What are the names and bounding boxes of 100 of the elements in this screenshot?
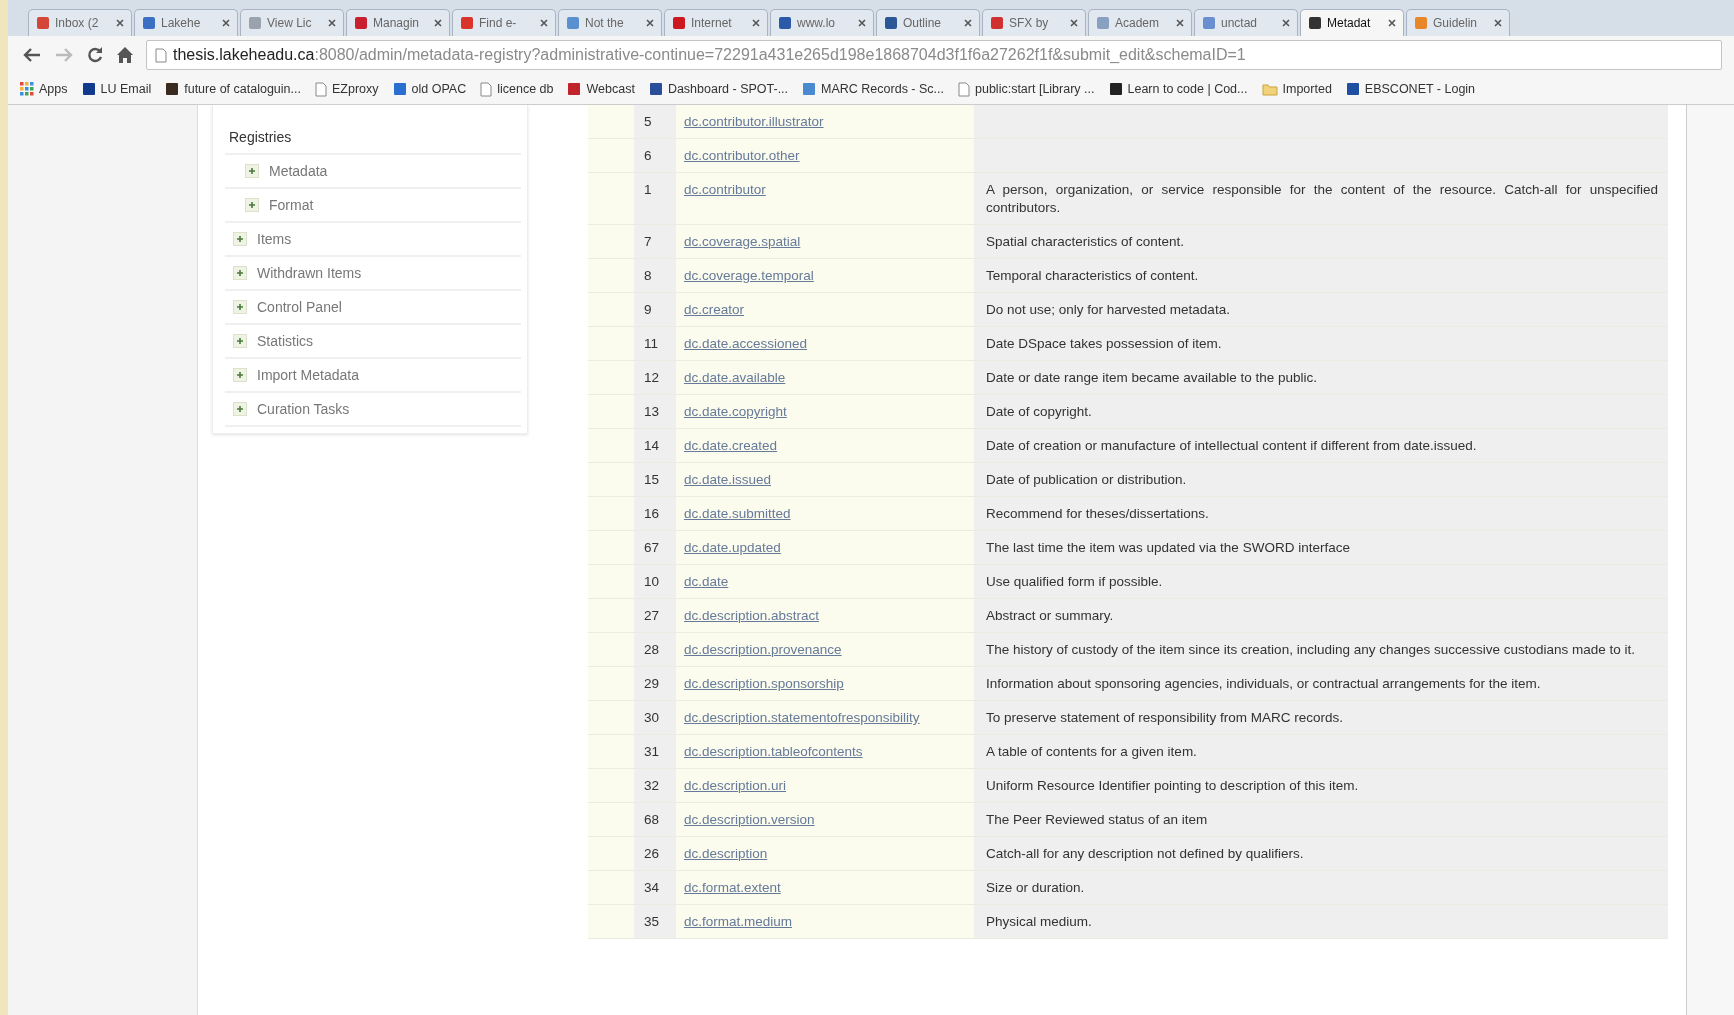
- close-icon[interactable]: [858, 19, 866, 27]
- bookmark[interactable]: EZproxy: [314, 81, 379, 97]
- bookmark[interactable]: Learn to code | Cod...: [1108, 82, 1248, 96]
- field-link[interactable]: dc.description.sponsorship: [684, 676, 844, 691]
- bookmark[interactable]: public:start [Library ...: [958, 81, 1095, 97]
- field-link[interactable]: dc.format.medium: [684, 914, 793, 929]
- reload-icon[interactable]: [86, 46, 104, 64]
- browser-tab[interactable]: unctad: [1194, 9, 1298, 36]
- id-cell-text: 30: [643, 709, 661, 727]
- field-link[interactable]: dc.description.abstract: [684, 608, 820, 623]
- close-icon[interactable]: [540, 19, 548, 27]
- close-icon[interactable]: [752, 19, 760, 27]
- close-icon[interactable]: [646, 19, 654, 27]
- sidebar-item[interactable]: Control Panel: [225, 291, 521, 325]
- description-cell: Catch-all for any description not defined by qualifiers.: [986, 846, 1304, 861]
- field-link[interactable]: dc.description.uri: [684, 778, 787, 793]
- description-cell: A table of contents for a given item.: [986, 744, 1197, 759]
- close-icon[interactable]: [434, 19, 442, 27]
- sidebar-item[interactable]: Format: [225, 189, 521, 223]
- close-icon[interactable]: [1494, 19, 1502, 27]
- favicon-icon: [672, 16, 686, 30]
- close-icon[interactable]: [1070, 19, 1078, 27]
- field-link[interactable]: dc.date.available: [684, 370, 786, 385]
- field-link[interactable]: dc.coverage.spatial: [684, 234, 801, 249]
- field-link[interactable]: dc.description.statementofresponsibility: [684, 710, 920, 725]
- address-field[interactable]: thesis.lakeheadu.ca:8080/admin/metadata-registry?administrative-continue=72291a431e265d198e1868704d3f1f6a27262f1f&submit_edit&schemaID=1: [146, 40, 1722, 70]
- id-cell-text: 67: [643, 539, 661, 557]
- browser-tab[interactable]: Managin: [346, 9, 450, 36]
- expand-icon: [233, 266, 247, 280]
- browser-tab[interactable]: Internet: [664, 9, 768, 36]
- field-link[interactable]: dc.date.created: [684, 438, 778, 453]
- expand-icon: [233, 368, 247, 382]
- browser-tab[interactable]: View Lic: [240, 9, 344, 36]
- back-icon[interactable]: [22, 47, 42, 63]
- bookmark[interactable]: Dashboard - SPOT-...: [648, 82, 789, 96]
- field-link[interactable]: dc.date: [684, 574, 729, 589]
- browser-tab[interactable]: Outline: [876, 9, 980, 36]
- sidebar-heading: Registries: [225, 115, 521, 155]
- favicon-icon: [165, 82, 180, 96]
- page-icon: [314, 81, 327, 97]
- close-icon[interactable]: [116, 19, 124, 27]
- field-link[interactable]: dc.description.tableofcontents: [684, 744, 863, 759]
- close-icon[interactable]: [964, 19, 972, 27]
- close-icon[interactable]: [328, 19, 336, 27]
- bookmark[interactable]: MARC Records - Sc...: [802, 82, 944, 96]
- browser-tab[interactable]: Guidelin: [1406, 9, 1510, 36]
- bookmark[interactable]: Webcast: [567, 82, 635, 96]
- description-cell: Use qualified form if possible.: [986, 574, 1163, 589]
- bookmark[interactable]: Apps: [20, 82, 68, 96]
- sidebar-item[interactable]: Import Metadata: [225, 359, 521, 393]
- close-icon[interactable]: [222, 19, 230, 27]
- sidebar-item[interactable]: Curation Tasks: [225, 393, 521, 427]
- bookmark[interactable]: LU Email: [81, 82, 152, 96]
- field-link[interactable]: dc.contributor.illustrator: [684, 114, 824, 129]
- favicon-icon: [1202, 16, 1216, 30]
- browser-tab[interactable]: Lakehe: [134, 9, 238, 36]
- bookmark[interactable]: EBSCONET - Login: [1345, 82, 1476, 96]
- home-icon[interactable]: [116, 46, 134, 64]
- close-icon[interactable]: [1388, 19, 1396, 27]
- field-link[interactable]: dc.format.extent: [684, 880, 781, 895]
- sidebar-item[interactable]: Statistics: [225, 325, 521, 359]
- id-cell-text: 35: [643, 913, 661, 931]
- browser-tab[interactable]: Inbox (2: [28, 9, 132, 36]
- browser-tab[interactable]: SFX by: [982, 9, 1086, 36]
- field-link[interactable]: dc.date.accessioned: [684, 336, 808, 351]
- field-link[interactable]: dc.date.issued: [684, 472, 772, 487]
- browser-tab[interactable]: Not the: [558, 9, 662, 36]
- browser-tab[interactable]: www.lo: [770, 9, 874, 36]
- field-link[interactable]: dc.date.submitted: [684, 506, 791, 521]
- bookmark[interactable]: Imported: [1261, 82, 1332, 96]
- field-link[interactable]: dc.description: [684, 846, 768, 861]
- field-link[interactable]: dc.creator: [684, 302, 745, 317]
- sidebar-item[interactable]: Metadata: [225, 155, 521, 189]
- field-link[interactable]: dc.contributor: [684, 182, 766, 197]
- bookmark[interactable]: old OPAC: [392, 82, 467, 96]
- field-link[interactable]: dc.description.provenance: [684, 642, 842, 657]
- favicon-icon: [354, 16, 368, 30]
- field-link[interactable]: dc.contributor.other: [684, 148, 800, 163]
- expand-icon: [245, 164, 259, 178]
- browser-tab[interactable]: Metadat: [1300, 9, 1404, 36]
- id-cell-text: 6: [643, 147, 653, 165]
- id-cell-text: 15: [643, 471, 661, 489]
- favicon-icon: [81, 82, 96, 96]
- id-cell-text: 29: [643, 675, 661, 693]
- field-link[interactable]: dc.date.updated: [684, 540, 781, 555]
- page-icon: [155, 47, 167, 63]
- bookmark[interactable]: licence db: [480, 81, 554, 97]
- favicon-icon: [1345, 82, 1360, 96]
- sidebar-item[interactable]: Withdrawn Items: [225, 257, 521, 291]
- field-link[interactable]: dc.coverage.temporal: [684, 268, 814, 283]
- description-cell: Physical medium.: [986, 914, 1092, 929]
- browser-tab[interactable]: Academ: [1088, 9, 1192, 36]
- sidebar-item[interactable]: Items: [225, 223, 521, 257]
- bookmark[interactable]: future of cataloguin...: [165, 82, 301, 96]
- expand-icon: [233, 334, 247, 348]
- close-icon[interactable]: [1176, 19, 1184, 27]
- field-link[interactable]: dc.description.version: [684, 812, 815, 827]
- field-link[interactable]: dc.date.copyright: [684, 404, 787, 419]
- close-icon[interactable]: [1282, 19, 1290, 27]
- browser-tab[interactable]: Find e-: [452, 9, 556, 36]
